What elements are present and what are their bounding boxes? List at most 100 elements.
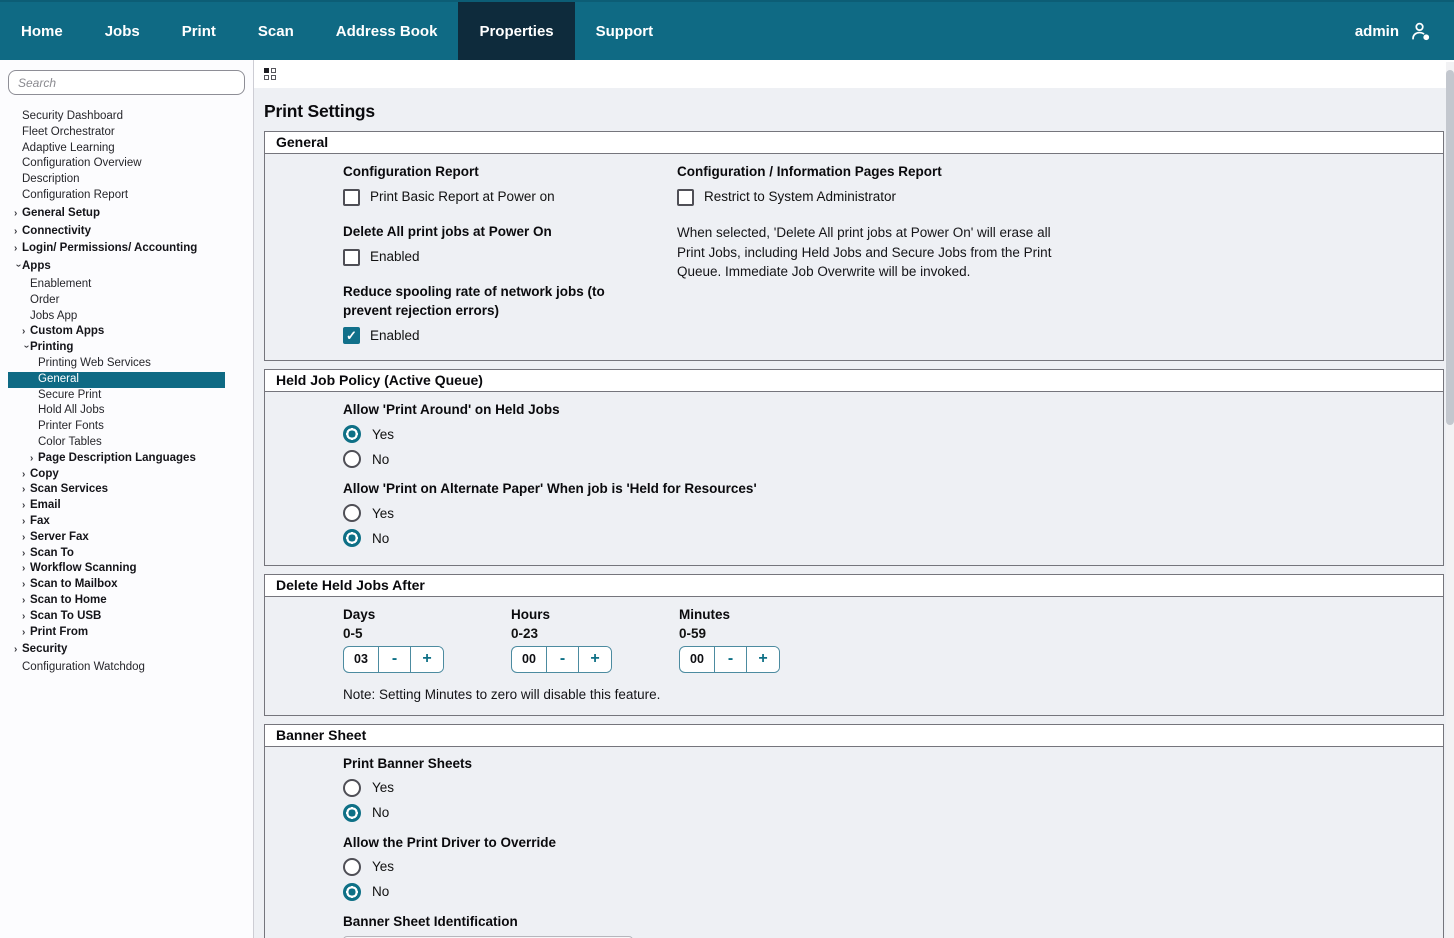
- sidebar-item-page-description-languages[interactable]: ›Page Description Languages: [0, 451, 253, 467]
- radio-label: Yes: [372, 859, 394, 874]
- sidebar-item-enablement[interactable]: Enablement: [0, 277, 253, 293]
- minutes-increment-button[interactable]: +: [747, 647, 779, 672]
- sidebar-item-security-dashboard[interactable]: Security Dashboard: [0, 109, 253, 125]
- minutes-value[interactable]: 00: [680, 647, 715, 672]
- chevron-collapsed-icon: ›: [22, 561, 30, 577]
- sidebar-item-label: Scan to Mailbox: [30, 577, 118, 593]
- sidebar-item-workflow-scanning[interactable]: ›Workflow Scanning: [0, 561, 253, 577]
- days-decrement-button[interactable]: -: [379, 647, 411, 672]
- sidebar-item-jobs-app[interactable]: Jobs App: [0, 309, 253, 325]
- sidebar-item-printing-web-services[interactable]: Printing Web Services: [0, 356, 253, 372]
- group-label: Delete All print jobs at Power On: [343, 223, 655, 241]
- sidebar-item-connectivity[interactable]: ›Connectivity: [0, 224, 253, 240]
- checkbox-print-basic-report-at-power-on[interactable]: [343, 189, 360, 206]
- minutes-decrement-button[interactable]: -: [715, 647, 747, 672]
- radio-alternate-paper-no[interactable]: [343, 529, 361, 547]
- apps-grid-icon[interactable]: [264, 68, 276, 80]
- sidebar-item-configuration-report[interactable]: Configuration Report: [0, 188, 253, 204]
- sidebar-item-scan-to-usb[interactable]: ›Scan To USB: [0, 609, 253, 625]
- sidebar-item-custom-apps[interactable]: ›Custom Apps: [0, 324, 253, 340]
- sidebar-item-print-from[interactable]: ›Print From: [0, 625, 253, 641]
- nav-item-scan[interactable]: Scan: [237, 2, 315, 60]
- radio-label: No: [372, 531, 389, 546]
- sidebar-item-scan-services[interactable]: ›Scan Services: [0, 482, 253, 498]
- group-label: Banner Sheet Identification: [343, 913, 1431, 931]
- radio-alternate-paper-yes[interactable]: [343, 504, 361, 522]
- sidebar-item-scan-to-home[interactable]: ›Scan to Home: [0, 593, 253, 609]
- sidebar-item-label: Custom Apps: [30, 324, 104, 340]
- checkbox-label: Print Basic Report at Power on: [370, 186, 555, 208]
- sidebar-item-label: Order: [30, 293, 59, 309]
- checkbox-label: Restrict to System Administrator: [704, 186, 896, 208]
- checkbox-restrict-to-system-administrator[interactable]: [677, 189, 694, 206]
- sidebar-item-configuration-watchdog[interactable]: Configuration Watchdog: [0, 660, 253, 676]
- hours-value[interactable]: 00: [512, 647, 547, 672]
- nav-item-address-book[interactable]: Address Book: [315, 2, 459, 60]
- sidebar-item-label: Workflow Scanning: [30, 561, 137, 577]
- sidebar-item-login-permissions-accounting[interactable]: ›Login/ Permissions/ Accounting: [0, 241, 253, 257]
- radio-print-banner-sheets-no[interactable]: [343, 804, 361, 822]
- radio-label: No: [372, 452, 389, 467]
- sidebar-item-order[interactable]: Order: [0, 293, 253, 309]
- sidebar-item-scan-to[interactable]: ›Scan To: [0, 546, 253, 562]
- sidebar: Security DashboardFleet OrchestratorAdap…: [0, 60, 254, 938]
- nav-item-support[interactable]: Support: [575, 2, 675, 60]
- stepper-label: Hours: [511, 606, 611, 624]
- checkbox-delete-jobs-enabled[interactable]: [343, 249, 360, 266]
- hours-increment-button[interactable]: +: [579, 647, 611, 672]
- vertical-scrollbar[interactable]: [1446, 62, 1454, 938]
- sidebar-item-copy[interactable]: ›Copy: [0, 467, 253, 483]
- radio-print-driver-override-yes[interactable]: [343, 858, 361, 876]
- sidebar-item-secure-print[interactable]: Secure Print: [0, 388, 253, 404]
- radio-print-around-yes[interactable]: [343, 425, 361, 443]
- app-body: Security DashboardFleet OrchestratorAdap…: [0, 60, 1454, 938]
- sidebar-item-printing[interactable]: ›Printing: [0, 340, 253, 356]
- chevron-collapsed-icon: ›: [22, 546, 30, 562]
- search-input[interactable]: [8, 70, 245, 95]
- group-configuration-information-pages: Configuration / Information Pages Report…: [677, 163, 1077, 208]
- sidebar-item-fax[interactable]: ›Fax: [0, 514, 253, 530]
- chevron-collapsed-icon: ›: [22, 467, 30, 483]
- sidebar-item-configuration-overview[interactable]: Configuration Overview: [0, 156, 253, 172]
- sidebar-item-label: Scan Services: [30, 482, 108, 498]
- sidebar-item-label: Secure Print: [38, 388, 101, 404]
- sidebar-item-general-setup[interactable]: ›General Setup: [0, 206, 253, 222]
- group-banner-sheet-identification: Banner Sheet Identification Job Owner Us…: [343, 913, 1431, 938]
- chevron-collapsed-icon: ›: [22, 482, 30, 498]
- sidebar-item-label: Scan To: [30, 546, 74, 562]
- nav-item-print[interactable]: Print: [161, 2, 237, 60]
- chevron-collapsed-icon: ›: [22, 498, 30, 514]
- days-value[interactable]: 03: [344, 647, 379, 672]
- sidebar-item-general[interactable]: General: [8, 372, 225, 388]
- sidebar-item-hold-all-jobs[interactable]: Hold All Jobs: [0, 403, 253, 419]
- radio-print-driver-override-no[interactable]: [343, 883, 361, 901]
- user-menu[interactable]: admin: [1355, 2, 1454, 60]
- sidebar-item-description[interactable]: Description: [0, 172, 253, 188]
- nav-item-properties[interactable]: Properties: [458, 2, 574, 60]
- nav-item-home[interactable]: Home: [0, 2, 84, 60]
- sidebar-item-printer-fonts[interactable]: Printer Fonts: [0, 419, 253, 435]
- sidebar-item-label: Scan to Home: [30, 593, 107, 609]
- sidebar-item-adaptive-learning[interactable]: Adaptive Learning: [0, 141, 253, 157]
- nav-item-jobs[interactable]: Jobs: [84, 2, 161, 60]
- radio-print-banner-sheets-yes[interactable]: [343, 779, 361, 797]
- checkbox-reduce-spooling-enabled[interactable]: [343, 327, 360, 344]
- days-increment-button[interactable]: +: [411, 647, 443, 672]
- radio-label: No: [372, 805, 389, 820]
- hours-decrement-button[interactable]: -: [547, 647, 579, 672]
- sidebar-item-apps[interactable]: ›Apps: [0, 259, 253, 275]
- chevron-collapsed-icon: ›: [30, 451, 38, 467]
- sidebar-item-security[interactable]: ›Security: [0, 642, 253, 658]
- radio-print-around-no[interactable]: [343, 450, 361, 468]
- sidebar-item-color-tables[interactable]: Color Tables: [0, 435, 253, 451]
- radio-group-alternate-paper: Allow 'Print on Alternate Paper' When jo…: [343, 480, 1431, 549]
- section-held-job-policy-header: Held Job Policy (Active Queue): [265, 370, 1443, 392]
- sidebar-item-label: Printer Fonts: [38, 419, 104, 435]
- scrollbar-thumb[interactable]: [1446, 70, 1454, 425]
- sidebar-item-fleet-orchestrator[interactable]: Fleet Orchestrator: [0, 125, 253, 141]
- sidebar-item-server-fax[interactable]: ›Server Fax: [0, 530, 253, 546]
- sidebar-item-email[interactable]: ›Email: [0, 498, 253, 514]
- group-label: Allow 'Print on Alternate Paper' When jo…: [343, 480, 1431, 498]
- section-general-header: General: [265, 132, 1443, 154]
- sidebar-item-scan-to-mailbox[interactable]: ›Scan to Mailbox: [0, 577, 253, 593]
